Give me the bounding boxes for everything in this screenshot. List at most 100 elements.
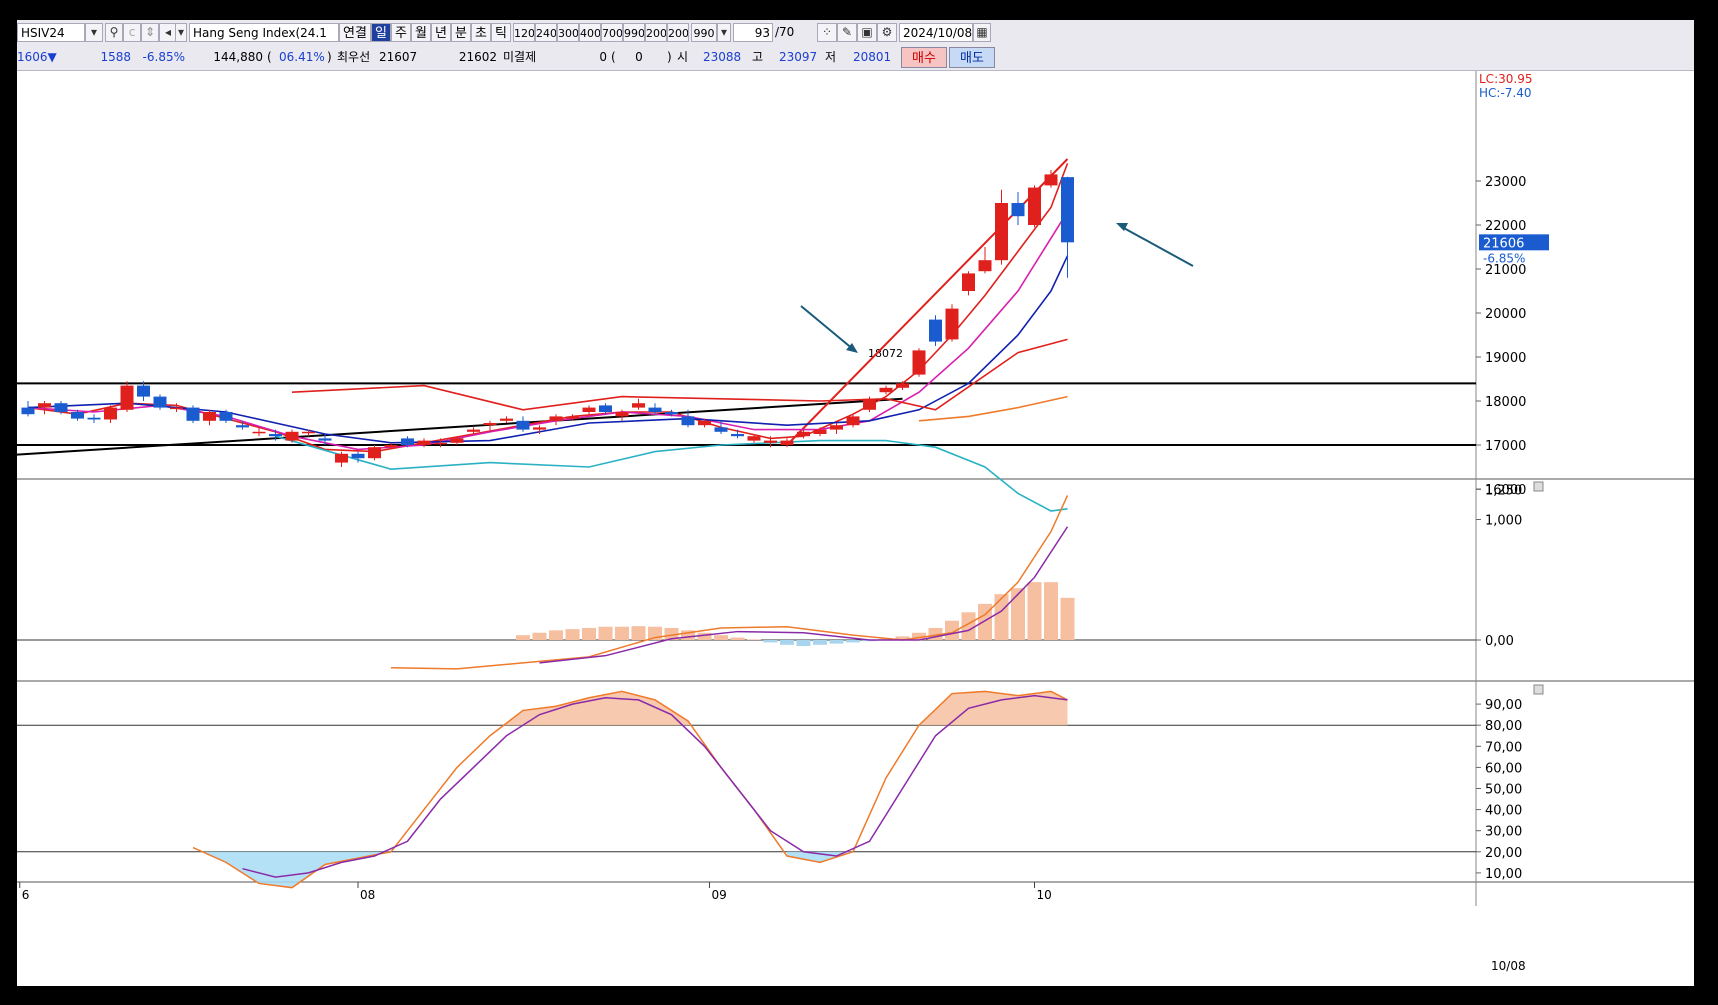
interval-button[interactable]: 200: [645, 23, 667, 42]
candle: [483, 423, 497, 426]
trendline: [17, 397, 903, 456]
symbol-input[interactable]: HSIV24: [17, 23, 85, 42]
tab-daily[interactable]: 일: [371, 23, 391, 42]
ma10-line: [27, 211, 1069, 451]
candle: [186, 407, 200, 421]
oi-paren-close: ): [667, 50, 672, 64]
oi-change: 0: [635, 50, 643, 64]
candle: [731, 434, 744, 437]
low-price: 20801: [853, 50, 892, 64]
gear-icon[interactable]: ⚙: [877, 23, 897, 42]
save-icon[interactable]: ▣: [857, 23, 877, 42]
interval-button[interactable]: 2000: [667, 23, 689, 42]
candle: [681, 416, 695, 426]
candle: [566, 416, 579, 419]
candle: [368, 447, 381, 459]
candle: [962, 273, 975, 291]
candle: [236, 425, 249, 428]
crosshair-icon[interactable]: ⁘: [817, 23, 837, 42]
candle: [648, 407, 662, 412]
candle: [1028, 187, 1041, 225]
macd-histogram-bar: [747, 639, 761, 640]
candle: [252, 431, 266, 434]
candle: [137, 385, 150, 397]
candle: [302, 431, 315, 434]
x-tick-label: 09: [711, 888, 726, 902]
calendar-icon[interactable]: ▦: [973, 23, 991, 42]
tab-linked[interactable]: 연결: [339, 23, 371, 42]
interval-button[interactable]: 700: [601, 23, 623, 42]
quote-bar: 1606▼ 1588 -6.85% 144,880 ( 06.41% ) 최우선…: [17, 45, 1694, 71]
candle: [879, 387, 893, 393]
oi-paren-open: (: [611, 50, 616, 64]
stoch-y-tick-label: 80,00: [1485, 719, 1522, 734]
chart-window: HSIV24 ▾ ⚲ c ⇕ ◂ ▾ Hang Seng Index(24.1 …: [17, 20, 1694, 986]
candle: [401, 438, 414, 445]
volume: 144,880: [213, 50, 263, 64]
macd-histogram-bar: [532, 632, 547, 640]
compare-icon[interactable]: c: [123, 23, 141, 42]
tab-minute[interactable]: 분: [451, 23, 471, 42]
instrument-name: Hang Seng Index(24.1: [189, 23, 339, 42]
x-tick-label: 08: [360, 888, 375, 902]
candle: [813, 429, 827, 434]
candle: [516, 420, 530, 430]
candle: [203, 412, 216, 421]
macd-histogram-bar: [796, 640, 811, 647]
bb_upper-line: [291, 338, 1068, 411]
buy-button[interactable]: 매수: [901, 47, 947, 68]
tab-weekly[interactable]: 주: [391, 23, 411, 42]
interval-button[interactable]: 300: [557, 23, 579, 42]
change-percent: -6.85%: [142, 50, 185, 64]
speaker-dropdown-icon[interactable]: ▾: [175, 23, 187, 42]
candle: [912, 350, 926, 375]
volume-paren-open: (: [267, 50, 272, 64]
price-chart[interactable]: LC:30.95 HC:-7.40 18072 10/08 2300022000…: [17, 71, 1694, 986]
annotation-arrow: [800, 305, 855, 351]
candle: [71, 412, 84, 419]
search-icon[interactable]: ⚲: [105, 23, 123, 42]
symbol-dropdown-icon[interactable]: ▾: [85, 23, 103, 42]
interval-dropdown-icon[interactable]: ▾: [717, 23, 731, 42]
interval-button[interactable]: 400: [579, 23, 601, 42]
tab-monthly[interactable]: 월: [411, 23, 431, 42]
draw-tool-icon[interactable]: ✎: [837, 23, 857, 42]
candle: [1061, 177, 1074, 243]
interval-button[interactable]: 120: [513, 23, 535, 42]
x-end-label: 10/08: [1491, 959, 1526, 973]
macd-histogram-bar: [516, 635, 530, 640]
candle: [830, 425, 843, 430]
candle: [170, 407, 183, 410]
tab-tick[interactable]: 틱: [491, 23, 511, 42]
candle: [698, 420, 711, 426]
date-input[interactable]: 2024/10/08: [899, 23, 973, 42]
lc-label: LC:30.95: [1479, 72, 1532, 86]
interval-button[interactable]: 990: [623, 23, 645, 42]
custom-interval-input[interactable]: 990: [691, 23, 717, 42]
macd-histogram-bar: [714, 635, 728, 640]
macd-y-tick-label: 1,000: [1485, 514, 1522, 529]
candle: [747, 436, 761, 441]
y-tick-label: 22000: [1485, 219, 1526, 234]
y-tick-label: 20000: [1485, 307, 1526, 322]
open-interest: 0: [599, 50, 607, 64]
candle: [863, 398, 876, 410]
interval-button[interactable]: 240: [535, 23, 557, 42]
panel-close-icon[interactable]: [1533, 481, 1544, 492]
last-price-tag-label: 21606: [1483, 236, 1524, 251]
tab-yearly[interactable]: 년: [431, 23, 451, 42]
count-total: /70: [775, 25, 795, 39]
candle: [269, 434, 282, 437]
candle: [714, 427, 728, 432]
tab-second[interactable]: 초: [471, 23, 491, 42]
sell-button[interactable]: 매도: [949, 47, 995, 68]
panel-close-icon[interactable]: [1533, 684, 1544, 695]
macd-y-tick-label: 1,250: [1485, 483, 1522, 498]
count-input[interactable]: 93: [733, 23, 773, 42]
open-label: 시: [677, 50, 689, 64]
candle: [1011, 203, 1025, 217]
spin-icon[interactable]: ⇕: [141, 23, 159, 42]
candle: [632, 403, 645, 408]
candle: [978, 260, 992, 272]
high-price: 23097: [779, 50, 818, 64]
